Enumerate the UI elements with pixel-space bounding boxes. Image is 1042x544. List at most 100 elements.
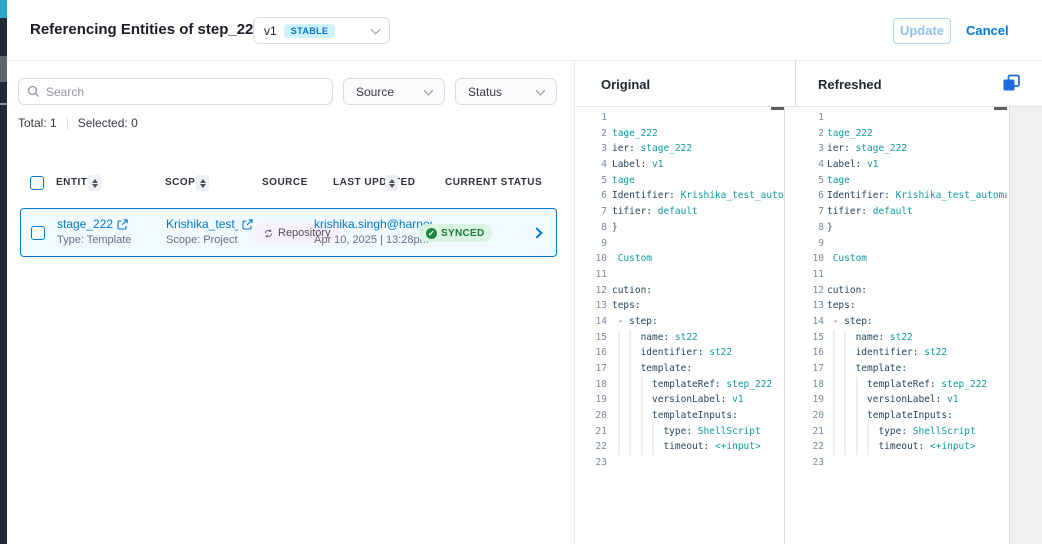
code-line: steps:: [827, 298, 956, 314]
code-line: name: st22: [612, 330, 732, 346]
refreshed-line-numbers: 1234567891011121314151617181920212223: [797, 110, 824, 471]
original-line-numbers: 1234567891011121314151617181920212223: [575, 110, 607, 471]
code-line: execution:: [827, 283, 956, 299]
original-code-editor[interactable]: template: name: stage_222 identifier: st…: [612, 110, 783, 544]
code-line: templateRef: step_222: [827, 377, 956, 393]
code-line: spec:: [612, 267, 732, 283]
code-line: projectIdentifier: Krishika_test_automat…: [827, 188, 956, 204]
code-line: steps:: [612, 298, 732, 314]
code-line: [827, 455, 956, 471]
entity-name-link[interactable]: stage_222: [57, 217, 113, 231]
column-last-updated: LAST UPDATED: [333, 177, 415, 188]
code-line: template:: [827, 361, 956, 377]
code-line: name: stage_222: [827, 126, 956, 142]
code-line: versionLabel: v1: [612, 157, 732, 173]
code-line: templateInputs:: [827, 408, 956, 424]
copy-button[interactable]: [1002, 74, 1024, 96]
code-line: spec:: [827, 236, 956, 252]
diff-header-border: [575, 106, 1042, 107]
external-link-icon[interactable]: [242, 219, 253, 230]
refreshed-code-editor[interactable]: template: name: stage_222 identifier: st…: [827, 110, 1007, 544]
code-line: orgIdentifier: default: [827, 204, 956, 220]
sort-icon[interactable]: [385, 175, 398, 191]
code-line: template:: [612, 361, 732, 377]
copy-icon: [1002, 74, 1021, 93]
chevron-down-icon: [424, 85, 434, 95]
update-button[interactable]: Update: [893, 18, 951, 44]
code-line: versionLabel: v1: [827, 392, 956, 408]
code-line: type: Stage: [612, 173, 732, 189]
total-count: Total: 1: [18, 116, 57, 130]
rail-accent: [0, 0, 7, 18]
table-header: ENTITY SCOPE SOURCE LAST UPDATED CURRENT…: [20, 175, 557, 195]
app-rail: [0, 0, 7, 544]
entity-type: Type: Template: [57, 234, 131, 246]
code-line: identifier: st22: [827, 345, 956, 361]
overview-ruler[interactable]: [1009, 107, 1042, 544]
synced-check-icon: ✓: [426, 228, 437, 239]
code-line: - step:: [827, 314, 956, 330]
code-line: templateRef: step_222: [612, 377, 732, 393]
rail-divider: [0, 103, 7, 105]
code-line: projectIdentifier: Krishika_test_automat…: [612, 188, 732, 204]
code-line: timeout: <+input>: [612, 439, 732, 455]
source-dropdown[interactable]: Source: [343, 78, 445, 105]
cancel-button[interactable]: Cancel: [966, 23, 1009, 38]
code-line: timeout: <+input>: [827, 439, 956, 455]
code-line: template:: [612, 110, 732, 126]
status-badge: ✓ SYNCED: [418, 224, 492, 242]
updated-at: Apr 10, 2025 | 13:28pm: [314, 234, 429, 246]
chevron-down-icon: [536, 85, 546, 95]
code-line: type: Custom: [827, 251, 956, 267]
row-expand-chevron-icon[interactable]: [531, 227, 542, 238]
code-line: templateInputs:: [612, 408, 732, 424]
code-line: tags: {}: [612, 220, 732, 236]
code-line: identifier: st22: [612, 345, 732, 361]
code-line: versionLabel: v1: [827, 157, 956, 173]
code-line: orgIdentifier: default: [612, 204, 732, 220]
status-dropdown[interactable]: Status: [455, 78, 557, 105]
rail-logo-sliver: [0, 56, 7, 82]
status-badge-label: SYNCED: [441, 228, 484, 239]
row-checkbox[interactable]: [31, 226, 45, 240]
selected-count: Selected: 0: [78, 116, 138, 130]
code-line: spec:: [612, 236, 732, 252]
select-all-checkbox[interactable]: [30, 176, 44, 190]
code-line: type: Custom: [612, 251, 732, 267]
code-line: template:: [827, 110, 956, 126]
code-line: name: stage_222: [612, 126, 732, 142]
code-line: identifier: stage_222: [827, 141, 956, 157]
version-select[interactable]: v1 STABLE: [253, 17, 390, 44]
chevron-down-icon: [371, 24, 381, 34]
header-divider: [7, 60, 1042, 61]
original-pane-title: Original: [601, 77, 650, 92]
code-line: execution:: [612, 283, 732, 299]
code-line: versionLabel: v1: [612, 392, 732, 408]
code-line: type: ShellScript: [612, 424, 732, 440]
code-line: type: Stage: [827, 173, 956, 189]
version-label: v1: [264, 24, 277, 38]
scope-sub: Scope: Project: [166, 234, 238, 246]
code-line: spec:: [827, 267, 956, 283]
code-line: name: st22: [827, 330, 956, 346]
source-dropdown-label: Source: [356, 85, 394, 99]
pane-divider: [795, 60, 796, 107]
pane-divider: [784, 107, 785, 544]
repository-icon: [263, 228, 274, 239]
search-input[interactable]: [46, 85, 324, 99]
updated-by[interactable]: krishika.singh@harnes...: [314, 217, 432, 231]
search-icon: [27, 85, 40, 98]
column-source: SOURCE: [262, 177, 308, 188]
scope-name-link[interactable]: Krishika_test_au...: [166, 217, 238, 231]
totals-separator: [67, 117, 68, 130]
totals-row: Total: 1 Selected: 0: [18, 116, 138, 130]
sort-icon[interactable]: [196, 175, 209, 191]
sort-icon[interactable]: [88, 175, 101, 191]
code-line: - step:: [612, 314, 732, 330]
code-line: type: ShellScript: [827, 424, 956, 440]
code-line: identifier: stage_222: [612, 141, 732, 157]
search-box[interactable]: [18, 78, 333, 105]
external-link-icon[interactable]: [117, 219, 128, 230]
table-row[interactable]: stage_222 Type: Template Krishika_test_a…: [20, 208, 557, 257]
stable-badge: STABLE: [284, 24, 336, 38]
